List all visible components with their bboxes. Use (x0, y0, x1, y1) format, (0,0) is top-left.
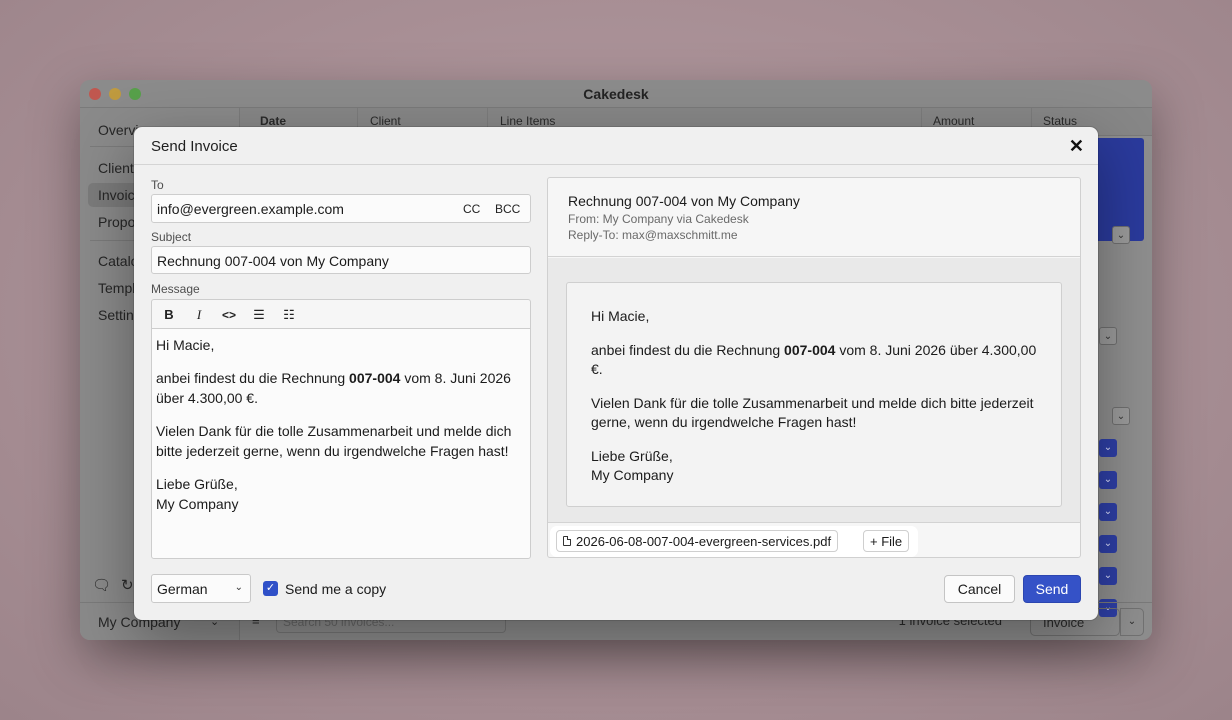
titlebar: Cakedesk (80, 80, 1152, 108)
italic-button[interactable]: I (191, 307, 207, 323)
to-field[interactable]: info@evergreen.example.com CC BCC (151, 194, 531, 223)
zoom-window-button[interactable] (129, 88, 141, 100)
attachment-chip[interactable]: 2026-06-08-007-004-evergreen-services.pd… (556, 530, 839, 552)
code-button[interactable]: <> (221, 308, 237, 322)
dialog-title: Send Invoice (151, 138, 238, 155)
message-greeting: Hi Macie, (156, 337, 215, 353)
sidebar-icon-row: 🗨 ↻ (92, 576, 134, 594)
close-icon[interactable]: ✕ (1069, 136, 1084, 157)
status-dropdown[interactable]: ⌄ (1099, 471, 1117, 489)
preview-body-area: Hi Macie, anbei findest du die Rechnung … (548, 258, 1080, 522)
preview-text: anbei findest du die Rechnung (591, 342, 785, 358)
status-dropdown[interactable]: ⌄ (1112, 407, 1130, 425)
status-dropdown[interactable]: ⌄ (1099, 327, 1117, 345)
preview-greeting: Hi Macie, (591, 308, 650, 324)
status-dropdown[interactable]: ⌄ (1099, 567, 1117, 585)
send-invoice-dialog: Send Invoice ✕ To info@evergreen.example… (134, 127, 1098, 620)
column-status[interactable]: Status (1043, 114, 1077, 128)
preview-signature: My Company (591, 467, 674, 483)
send-copy-label[interactable]: Send me a copy (285, 581, 386, 597)
message-editor[interactable]: Hi Macie, anbei findest du die Rechnung … (151, 328, 531, 559)
message-text: anbei findest du die Rechnung (156, 370, 350, 386)
new-invoice-menu-button[interactable]: ⌄ (1120, 608, 1144, 636)
preview-reply-to: Reply-To: max@maxschmitt.me (568, 228, 738, 242)
column-date[interactable]: Date (260, 114, 286, 128)
signature-text: My Company (156, 496, 239, 512)
subject-field[interactable]: Rechnung 007-004 von My Company (151, 246, 531, 274)
history-icon[interactable]: ↻ (121, 576, 134, 594)
bold-button[interactable]: B (161, 307, 177, 322)
status-dropdown[interactable]: ⌄ (1099, 439, 1117, 457)
feedback-icon[interactable]: 🗨 (92, 576, 111, 594)
bullet-list-button[interactable]: ☰ (251, 307, 267, 323)
language-select[interactable]: German ⌄ (151, 574, 251, 603)
traffic-lights (89, 88, 141, 100)
send-button[interactable]: Send (1023, 575, 1081, 603)
close-window-button[interactable] (89, 88, 101, 100)
minimize-window-button[interactable] (109, 88, 121, 100)
add-file-button[interactable]: + File (863, 530, 910, 552)
preview-paragraph: anbei findest du die Rechnung 007-004 vo… (591, 341, 1037, 379)
send-copy-checkbox[interactable]: ✓ (263, 581, 278, 596)
message-paragraph: Vielen Dank für die tolle Zusammenarbeit… (156, 423, 512, 459)
preview-message-card: Hi Macie, anbei findest du die Rechnung … (566, 282, 1062, 507)
message-label: Message (151, 282, 200, 296)
file-icon (563, 536, 571, 546)
dialog-header: Send Invoice ✕ (134, 127, 1098, 165)
language-value: German (157, 581, 208, 597)
preview-from: From: My Company via Cakedesk (568, 212, 749, 226)
attachment-filename: 2026-06-08-007-004-evergreen-services.pd… (576, 533, 832, 549)
closing-text: Liebe Grüße, (156, 476, 238, 492)
numbered-list-button[interactable]: ☷ (281, 307, 297, 323)
column-amount[interactable]: Amount (933, 114, 974, 128)
status-dropdown[interactable]: ⌄ (1112, 226, 1130, 244)
attachments-bar: 2026-06-08-007-004-evergreen-services.pd… (548, 522, 1080, 558)
to-value: info@evergreen.example.com (157, 201, 344, 217)
preview-subject: Rechnung 007-004 von My Company (568, 193, 800, 209)
to-label: To (151, 178, 164, 192)
subject-label: Subject (151, 230, 192, 244)
preview-closing-text: Liebe Grüße, (591, 448, 673, 464)
column-line-items[interactable]: Line Items (500, 114, 555, 128)
status-dropdown[interactable]: ⌄ (1099, 535, 1117, 553)
preview-paragraph: Vielen Dank für die tolle Zusammenarbeit… (591, 395, 1034, 430)
cancel-button[interactable]: Cancel (944, 575, 1015, 603)
cc-button[interactable]: CC (463, 202, 480, 216)
invoice-number: 007-004 (349, 370, 401, 386)
window-title: Cakedesk (583, 85, 649, 102)
preview-invoice-number: 007-004 (784, 342, 836, 358)
message-closing: Liebe Grüße, My Company (156, 474, 526, 514)
bcc-button[interactable]: BCC (495, 202, 520, 216)
column-client[interactable]: Client (370, 114, 401, 128)
email-preview: Rechnung 007-004 von My Company From: My… (547, 177, 1081, 558)
status-dropdown[interactable]: ⌄ (1099, 503, 1117, 521)
preview-header: Rechnung 007-004 von My Company From: My… (548, 178, 1080, 257)
chevron-down-icon: ⌄ (234, 582, 243, 593)
editor-toolbar: B I <> ☰ ☷ (151, 299, 531, 329)
preview-closing: Liebe Grüße, My Company (591, 447, 1037, 485)
message-paragraph: anbei findest du die Rechnung 007-004 vo… (156, 368, 526, 408)
